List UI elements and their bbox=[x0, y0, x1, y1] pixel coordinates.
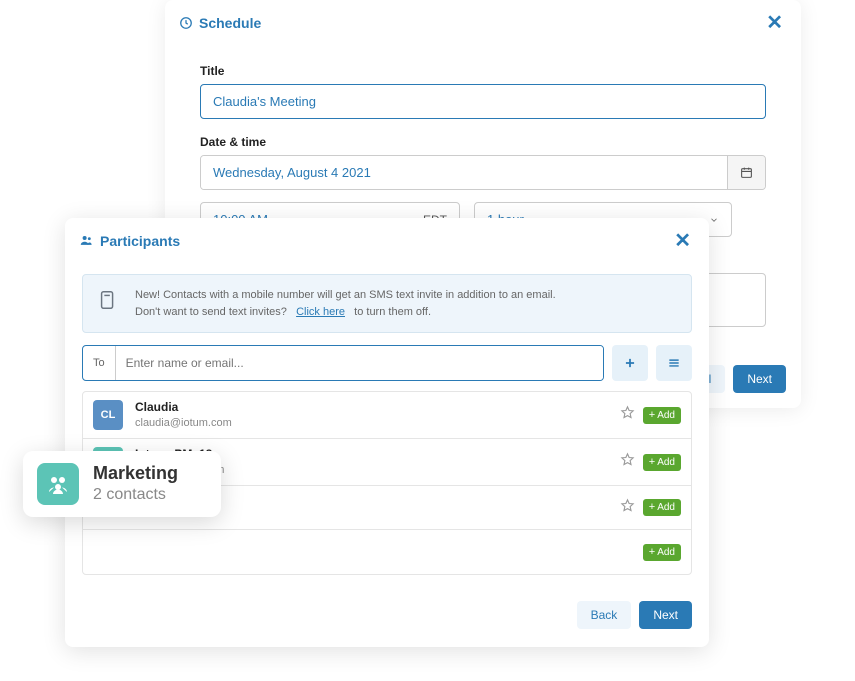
marketing-subtitle: 2 contacts bbox=[93, 485, 178, 506]
info-line1: New! Contacts with a mobile number will … bbox=[135, 287, 677, 304]
contact-actions: + Add bbox=[643, 544, 681, 561]
clock-icon bbox=[179, 16, 193, 30]
marketing-card[interactable]: Marketing 2 contacts bbox=[23, 451, 221, 517]
contact-row: CL Claudia claudia@iotum.com + Add bbox=[83, 392, 691, 439]
close-icon[interactable]: ✕ bbox=[762, 10, 787, 35]
star-icon[interactable] bbox=[620, 498, 635, 518]
add-button[interactable]: + Add bbox=[643, 407, 681, 424]
calendar-button[interactable] bbox=[727, 156, 765, 189]
info-line2: Don't want to send text invites? Click h… bbox=[135, 304, 677, 321]
schedule-header: Schedule ✕ bbox=[165, 0, 801, 44]
next-button[interactable]: Next bbox=[733, 365, 786, 393]
star-icon[interactable] bbox=[620, 452, 635, 472]
marketing-text: Marketing 2 contacts bbox=[93, 462, 178, 506]
plus-icon: + bbox=[649, 502, 655, 513]
sms-info-icon bbox=[97, 287, 119, 320]
marketing-title: Marketing bbox=[93, 462, 178, 485]
back-button[interactable]: Back bbox=[577, 601, 632, 629]
list-button[interactable] bbox=[656, 345, 692, 381]
search-input[interactable] bbox=[116, 346, 603, 380]
title-field: Title bbox=[200, 64, 766, 119]
group-icon bbox=[37, 463, 79, 505]
info-banner: New! Contacts with a mobile number will … bbox=[82, 274, 692, 333]
avatar: CL bbox=[93, 400, 123, 430]
contact-actions: + Add bbox=[620, 452, 681, 472]
contact-info: Claudia claudia@iotum.com bbox=[135, 400, 620, 430]
participants-footer: Back Next bbox=[65, 585, 709, 647]
participants-header: Participants ✕ bbox=[65, 218, 709, 262]
participants-modal: Participants ✕ New! Contacts with a mobi… bbox=[65, 218, 709, 647]
star-icon[interactable] bbox=[620, 405, 635, 425]
title-label: Title bbox=[200, 64, 766, 78]
click-here-link[interactable]: Click here bbox=[296, 306, 345, 318]
plus-icon: + bbox=[649, 457, 655, 468]
chevron-down-icon bbox=[709, 215, 719, 225]
datetime-label: Date & time bbox=[200, 135, 766, 149]
to-label: To bbox=[83, 346, 116, 380]
add-button[interactable]: + Add bbox=[643, 544, 681, 561]
plus-icon: + bbox=[649, 547, 655, 558]
contact-name: Claudia bbox=[135, 400, 620, 416]
add-button[interactable]: + Add bbox=[643, 454, 681, 471]
participants-title: Participants bbox=[100, 233, 670, 249]
contact-row: + Add bbox=[83, 530, 691, 574]
title-input[interactable] bbox=[200, 84, 766, 119]
contact-actions: + Add bbox=[620, 405, 681, 425]
people-icon bbox=[79, 233, 94, 248]
participants-body: New! Contacts with a mobile number will … bbox=[65, 262, 709, 585]
schedule-title: Schedule bbox=[199, 15, 762, 31]
search-container: To bbox=[82, 345, 604, 381]
date-input[interactable] bbox=[201, 156, 727, 189]
close-icon[interactable]: ✕ bbox=[670, 228, 695, 253]
info-text: New! Contacts with a mobile number will … bbox=[135, 287, 677, 320]
contact-actions: + Add bbox=[620, 498, 681, 518]
search-row: To bbox=[82, 345, 692, 381]
date-input-group[interactable] bbox=[200, 155, 766, 190]
add-contact-button[interactable] bbox=[612, 345, 648, 381]
contact-email: claudia@iotum.com bbox=[135, 416, 620, 430]
add-button[interactable]: + Add bbox=[643, 499, 681, 516]
next-button[interactable]: Next bbox=[639, 601, 692, 629]
plus-icon: + bbox=[649, 410, 655, 421]
